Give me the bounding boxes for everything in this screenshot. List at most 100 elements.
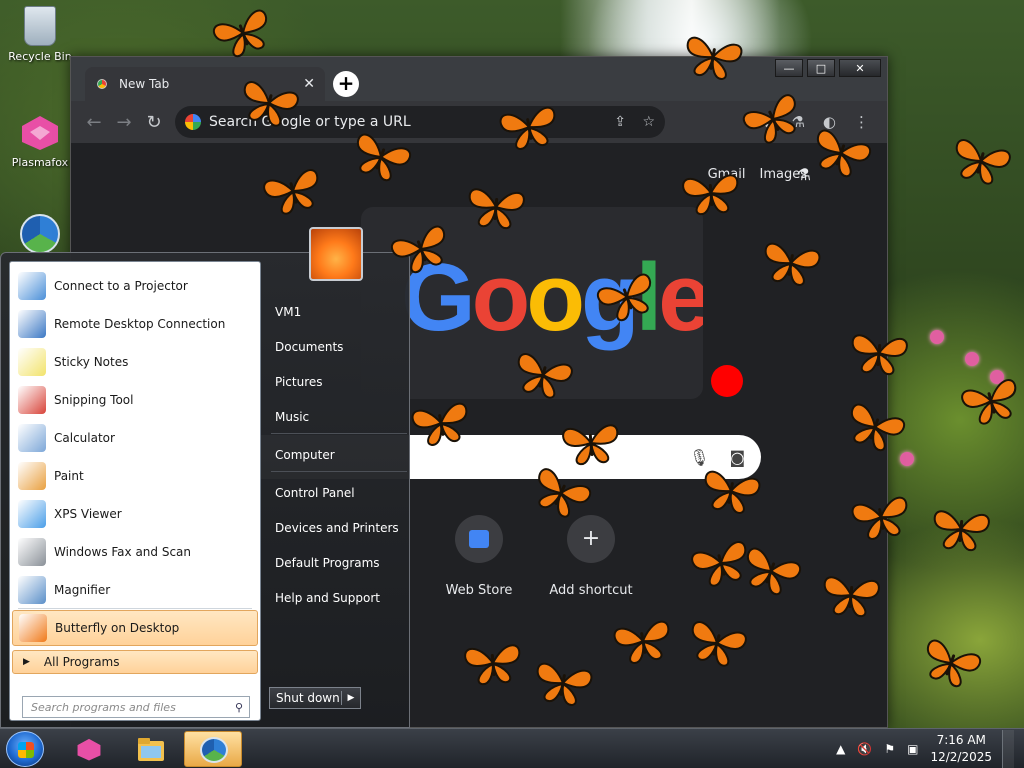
start-place-item[interactable]: Pictures xyxy=(275,375,323,389)
profile-icon[interactable]: ◐ xyxy=(823,113,836,131)
desktop-icon-plasmafox[interactable]: Plasmafox xyxy=(2,112,78,169)
start-program-item[interactable]: Butterfly on Desktop xyxy=(12,610,258,646)
extensions-icon[interactable]: ✣ xyxy=(761,113,774,131)
lens-camera-icon[interactable]: ◙ xyxy=(729,448,745,467)
show-desktop-button[interactable] xyxy=(1002,730,1014,768)
program-label: Sticky Notes xyxy=(54,355,129,369)
labs-icon[interactable]: ⚗ xyxy=(791,113,804,131)
start-program-item[interactable]: Connect to a Projector xyxy=(12,268,258,304)
clock-date: 12/2/2025 xyxy=(930,750,992,764)
start-programs-pane: Butterfly on Desktop Magnifier Windows Fax… xyxy=(9,261,261,721)
start-program-item[interactable]: Sticky Notes xyxy=(12,344,258,380)
program-label: XPS Viewer xyxy=(54,507,122,521)
start-program-item[interactable]: Snipping Tool xyxy=(12,382,258,418)
all-programs-label: All Programs xyxy=(43,655,120,669)
separator xyxy=(271,433,407,434)
window-controls: — □ ✕ xyxy=(775,59,881,77)
toolbar-right: ✣ ⚗ ◐ ⋮ xyxy=(761,113,879,131)
clock[interactable]: 7:16 AM 12/2/2025 xyxy=(930,732,992,766)
start-program-item[interactable]: Remote Desktop Connection xyxy=(12,306,258,342)
start-place-item[interactable]: Computer xyxy=(275,448,335,462)
flower xyxy=(900,452,914,466)
network-icon[interactable]: ▣ xyxy=(907,742,918,756)
start-place-item[interactable]: Documents xyxy=(275,340,343,354)
start-place-item[interactable]: Control Panel xyxy=(275,486,355,500)
plus-icon: + xyxy=(567,515,615,563)
search-icon[interactable]: ⚲ xyxy=(235,701,243,714)
back-button[interactable]: ← xyxy=(79,112,109,133)
all-programs-button[interactable]: ▶ All Programs xyxy=(12,650,258,674)
plasmafox-icon xyxy=(18,112,62,152)
start-place-item[interactable]: Help and Support xyxy=(275,591,380,605)
start-program-item[interactable]: XPS Viewer xyxy=(12,496,258,532)
program-label: Butterfly on Desktop xyxy=(55,621,180,635)
google-icon xyxy=(185,114,201,130)
desktop-icon-recycle-bin[interactable]: Recycle Bin xyxy=(2,6,78,63)
omnibox[interactable]: Search Google or type a URL ⇪ ☆ xyxy=(175,106,665,138)
taskbar-app-plasmafox[interactable] xyxy=(60,731,118,767)
taskbar-app-chrome[interactable] xyxy=(184,731,242,767)
plasmafox-icon xyxy=(77,738,101,761)
shutdown-options-arrow[interactable]: ▶ xyxy=(342,693,360,703)
taskbar-app-explorer[interactable] xyxy=(122,731,180,767)
program-icon xyxy=(18,272,46,300)
shortcut-web-store[interactable]: Web Store xyxy=(429,515,529,598)
start-search-input[interactable]: Search programs and files ⚲ xyxy=(22,696,250,718)
reload-button[interactable]: ↻ xyxy=(139,112,169,133)
action-center-flag-icon[interactable]: ⚑ xyxy=(884,742,895,756)
program-label: Paint xyxy=(54,469,84,483)
forward-button[interactable]: → xyxy=(109,112,139,133)
volume-muted-icon[interactable]: 🔇 xyxy=(857,742,872,756)
system-tray: ▲ 🔇 ⚑ ▣ 7:16 AM 12/2/2025 xyxy=(836,729,1014,768)
doodle-record-dot xyxy=(711,365,743,397)
program-icon xyxy=(18,500,46,528)
program-icon xyxy=(18,462,46,490)
maximize-button[interactable]: □ xyxy=(807,59,835,77)
program-icon xyxy=(18,348,46,376)
triangle-right-icon: ▶ xyxy=(23,657,30,667)
start-place-item[interactable]: Music xyxy=(275,410,309,424)
gmail-link[interactable]: Gmail xyxy=(708,167,746,182)
browser-toolbar: ← → ↻ Search Google or type a URL ⇪ ☆ ✣ … xyxy=(71,101,887,143)
program-icon xyxy=(18,310,46,338)
clock-time: 7:16 AM xyxy=(936,733,986,747)
tab-close-icon[interactable]: ✕ xyxy=(303,76,315,92)
user-picture-avatar[interactable] xyxy=(309,227,363,281)
new-tab-button[interactable]: + xyxy=(333,71,359,97)
taskbar: ▲ 🔇 ⚑ ▣ 7:16 AM 12/2/2025 xyxy=(0,728,1024,768)
start-place-item[interactable]: Devices and Printers xyxy=(275,521,399,535)
google-doodle[interactable]: Google xyxy=(361,207,703,399)
flower xyxy=(930,330,944,344)
start-button[interactable] xyxy=(6,731,44,767)
program-icon xyxy=(18,576,46,604)
labs-flask-icon[interactable]: ⚗ xyxy=(797,165,811,184)
windows-logo-icon xyxy=(18,742,34,758)
shortcut-add[interactable]: + Add shortcut xyxy=(541,515,641,598)
menu-icon[interactable]: ⋮ xyxy=(854,113,869,131)
shortcut-label: Add shortcut xyxy=(549,583,633,598)
close-button[interactable]: ✕ xyxy=(839,59,881,77)
program-label: Magnifier xyxy=(54,583,111,597)
explorer-icon xyxy=(138,738,164,761)
start-place-item[interactable]: Default Programs xyxy=(275,556,380,570)
start-program-item[interactable]: Windows Fax and Scan xyxy=(12,534,258,570)
recycle-bin-icon xyxy=(24,6,56,46)
desktop-icon-label: Recycle Bin xyxy=(8,50,72,63)
omnibox-placeholder: Search Google or type a URL xyxy=(209,114,411,130)
shutdown-button[interactable]: Shut down ▶ xyxy=(269,687,361,709)
chrome-icon xyxy=(200,737,228,763)
star-icon[interactable]: ☆ xyxy=(642,114,655,130)
tab-new-tab[interactable]: New Tab ✕ xyxy=(85,67,325,101)
start-program-item[interactable]: Paint xyxy=(12,458,258,494)
program-label: Connect to a Projector xyxy=(54,279,188,293)
start-search-placeholder: Search programs and files xyxy=(31,700,176,714)
start-program-item[interactable]: Calculator xyxy=(12,420,258,456)
voice-search-icon[interactable]: 🎙 xyxy=(689,448,709,467)
separator xyxy=(18,608,252,609)
show-hidden-icons[interactable]: ▲ xyxy=(836,742,845,756)
share-icon[interactable]: ⇪ xyxy=(614,114,626,130)
start-place-item[interactable]: VM1 xyxy=(275,305,301,319)
minimize-button[interactable]: — xyxy=(775,59,803,77)
chrome-favicon-icon xyxy=(95,77,109,91)
start-program-item[interactable]: Magnifier xyxy=(12,572,258,608)
